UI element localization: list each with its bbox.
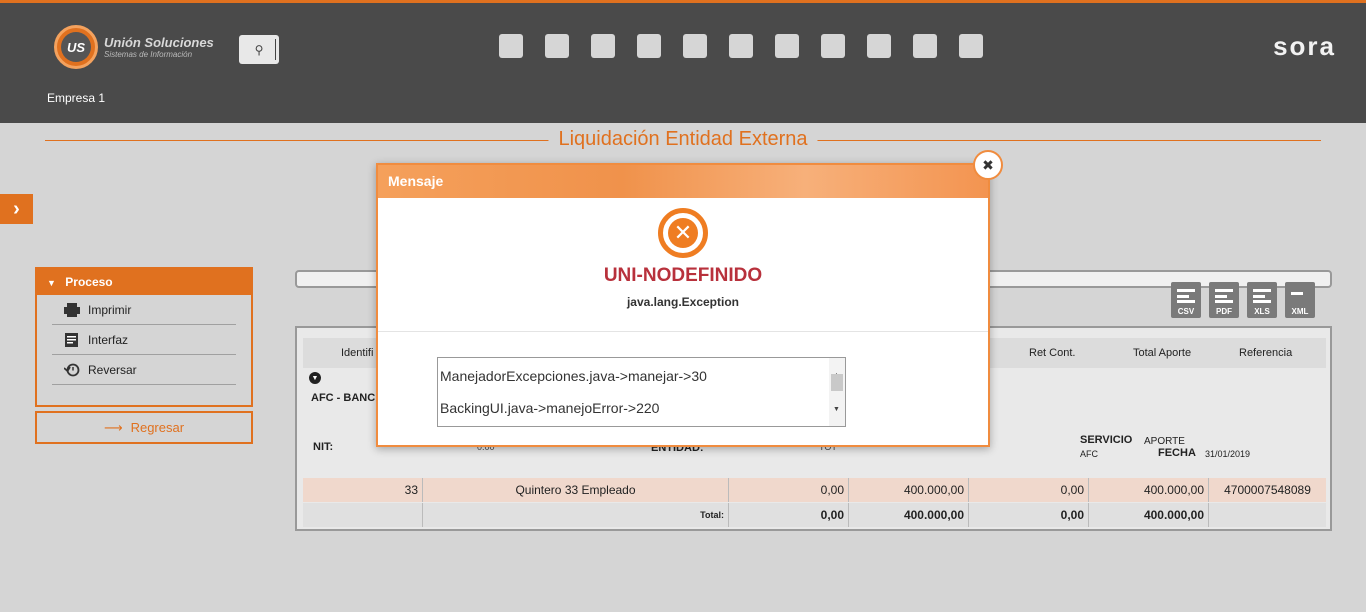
logo-title: Unión Soluciones (104, 34, 214, 50)
list-document-icon[interactable] (764, 31, 810, 61)
user-money-icon[interactable] (534, 31, 580, 61)
document-list-icon (64, 332, 80, 347)
group-title: AFC - BANC (311, 392, 376, 404)
servicio-label: SERVICIO (1080, 434, 1133, 446)
printer-icon (64, 302, 80, 317)
col-referencia[interactable]: Referencia (1239, 347, 1292, 359)
document-edit-icon[interactable] (488, 31, 534, 61)
logo-subtitle: Sistemas de Información (104, 49, 193, 59)
clock-refresh-icon[interactable] (718, 31, 764, 61)
presentation-icon[interactable] (810, 31, 856, 61)
proceso-header[interactable]: ▼ Proceso (37, 269, 251, 295)
menu-item-imprimir[interactable]: Imprimir (52, 295, 236, 325)
export-pdf-button[interactable]: PDF (1209, 282, 1239, 318)
briefcase-shield-icon[interactable] (902, 31, 948, 61)
menu-item-reversar[interactable]: Reversar (52, 355, 236, 385)
error-type: java.lang.Exception (626, 295, 740, 309)
regresar-label: Regresar (130, 420, 185, 435)
table-row[interactable]: 33 Quintero 33 Empleado 0,00 400.000,00 … (303, 478, 1326, 502)
undo-clock-icon (63, 363, 80, 377)
col-total-aporte[interactable]: Total Aporte (1133, 347, 1191, 359)
menu-item-label: Imprimir (88, 302, 132, 317)
page-title-row: Liquidación Entidad Externa (45, 128, 1321, 152)
regresar-button[interactable]: ⟶ Regresar (35, 411, 253, 444)
chevron-right-icon: › (13, 197, 20, 220)
cell-ref: 4700007548089 (1224, 483, 1311, 497)
cell-nombre: Quintero 33 Empleado (423, 478, 729, 502)
total-v1: 0,00 (729, 503, 849, 527)
user-card-icon[interactable] (672, 31, 718, 61)
trace-line: BackingUI.java->manejoError->220 (440, 400, 660, 416)
user-group-icon[interactable] (948, 31, 994, 61)
menu-item-label: Reversar (88, 362, 137, 377)
company-logo[interactable]: US Unión Soluciones Sistemas de Informac… (54, 25, 214, 69)
sidebar-toggle-button[interactable]: › (0, 194, 33, 224)
back-arrow-icon: ⟶ (103, 419, 123, 435)
total-row: Total: 0,00 400.000,00 0,00 400.000,00 (303, 503, 1326, 527)
error-code: UNI-NODEFINIDO (603, 265, 763, 286)
trace-line: ManejadorExcepciones.java->manejar->30 (440, 368, 707, 384)
export-xml-button[interactable]: XML (1285, 282, 1315, 318)
group-collapse-icon[interactable]: ▼ (309, 372, 321, 384)
gift-icon[interactable] (580, 31, 626, 61)
proceso-panel: ▼ Proceso Imprimir Interfaz Reversar (35, 267, 253, 407)
fecha-label: FECHA (1158, 447, 1196, 459)
total-label: Total: (423, 503, 729, 527)
company-name: Empresa 1 (47, 91, 106, 105)
col-ret-cont[interactable]: Ret Cont. (1029, 347, 1075, 359)
cell-total: 400.000,00 (1089, 478, 1209, 502)
caret-down-icon: ▼ (47, 278, 56, 288)
textarea-scrollbar[interactable]: ▲ ▼ (829, 358, 845, 426)
menu-item-interfaz[interactable]: Interfaz (52, 325, 236, 355)
total-aporte: 400.000,00 (1089, 503, 1209, 527)
org-chart-icon[interactable] (626, 31, 672, 61)
col-identificacion[interactable]: Identifi (341, 347, 373, 359)
total-v2: 400.000,00 (849, 503, 969, 527)
cell-v1: 0,00 (729, 478, 849, 502)
module-nav (488, 31, 994, 61)
cell-v2: 400.000,00 (849, 478, 969, 502)
export-xls-button[interactable]: XLS (1247, 282, 1277, 318)
nit-label: NIT: (313, 441, 334, 453)
error-dialog: Mensaje ✕ UNI-NODEFINIDO java.lang.Excep… (376, 163, 990, 447)
total-ret: 0,00 (969, 503, 1089, 527)
proceso-title: Proceso (65, 275, 113, 289)
cell-id: 33 (303, 478, 423, 502)
top-header: US Unión Soluciones Sistemas de Informac… (0, 0, 1366, 123)
servicio-sub: AFC (1080, 449, 1098, 459)
page-title: Liquidación Entidad Externa (548, 128, 818, 151)
search-button[interactable]: ⚲ (239, 35, 279, 64)
search-icon: ⚲ (254, 42, 264, 57)
export-csv-button[interactable]: CSV (1171, 282, 1201, 318)
servicio-value: APORTE (1144, 436, 1185, 447)
fecha-value: 31/01/2019 (1205, 449, 1251, 459)
close-icon: ✖ (982, 156, 994, 173)
close-dialog-button[interactable]: ✖ (973, 150, 1003, 180)
menu-item-label: Interfaz (88, 332, 129, 347)
brand-logo: sora (1273, 31, 1336, 61)
logo-badge: US (54, 25, 98, 69)
dialog-title: Mensaje (378, 165, 988, 198)
cell-ret: 0,00 (969, 478, 1089, 502)
gears-icon[interactable] (856, 31, 902, 61)
logo-mark: US (61, 32, 91, 62)
stack-trace-textarea[interactable]: ManejadorExcepciones.java->manejar->30 B… (437, 357, 846, 427)
error-icon: ✕ (658, 208, 708, 258)
